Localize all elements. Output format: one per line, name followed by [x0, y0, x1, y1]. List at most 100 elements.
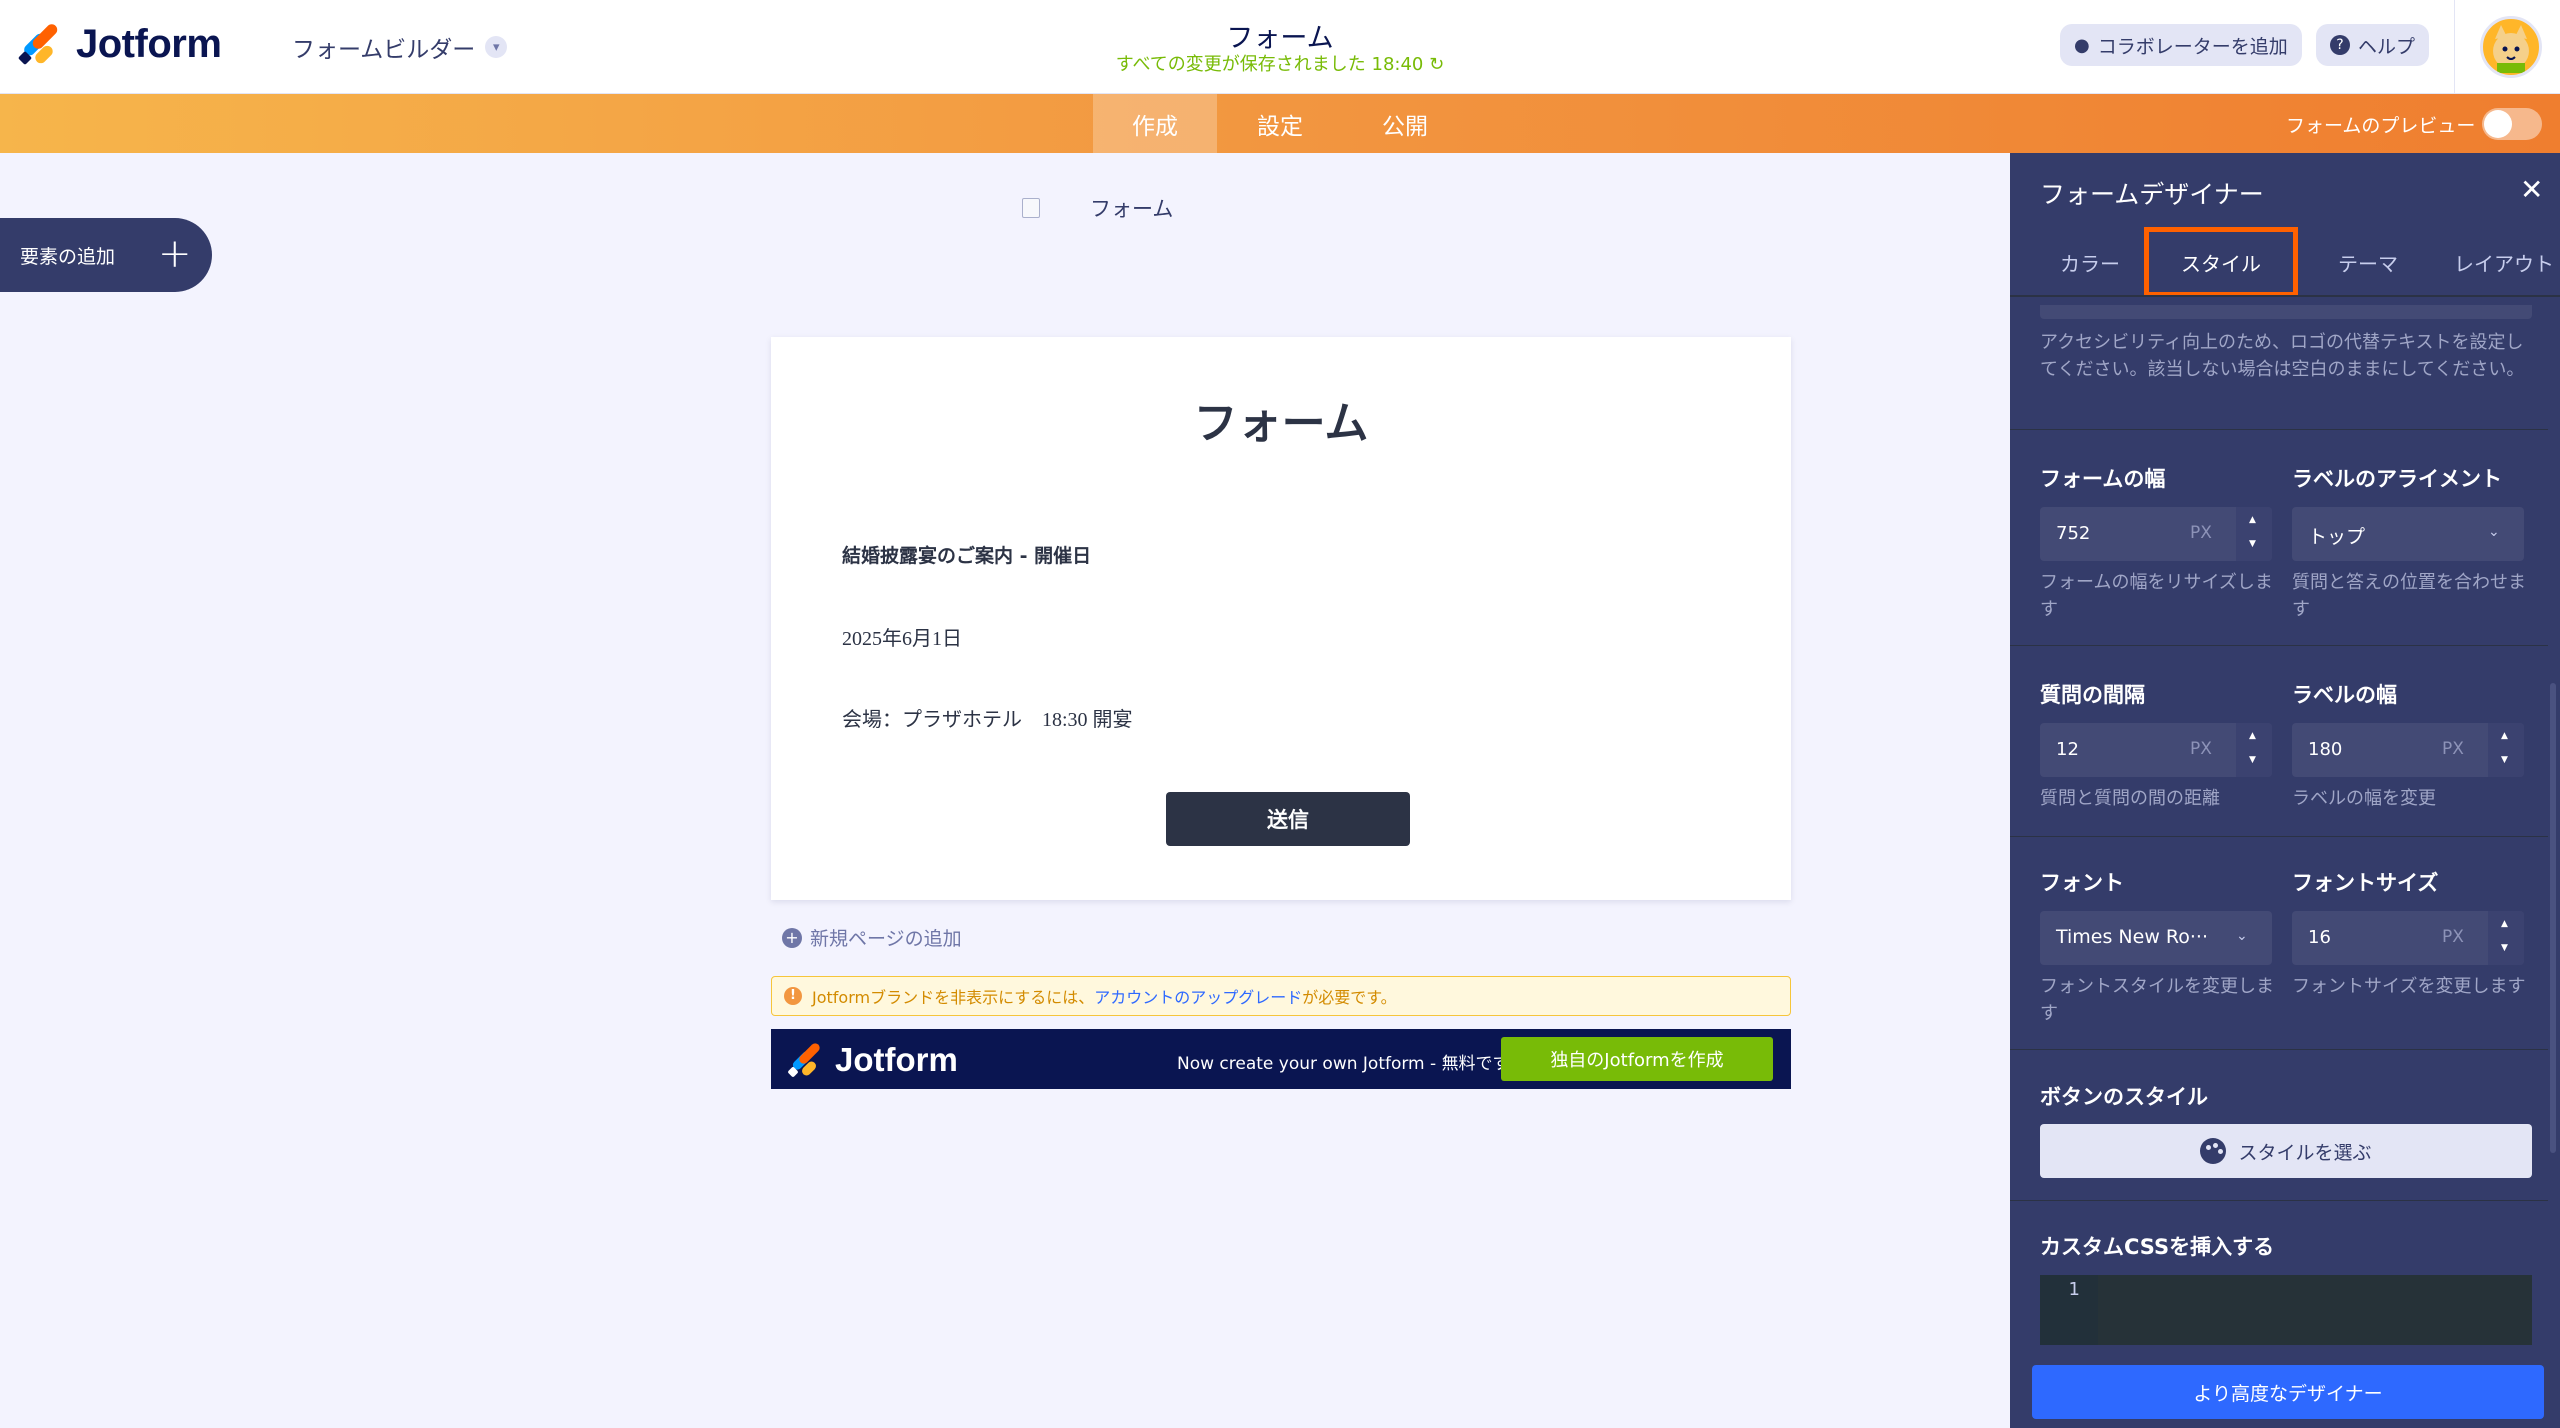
form-logo-alt: フォーム [1090, 197, 1174, 221]
tab-build[interactable]: 作成 [1093, 94, 1217, 153]
stepper-down-icon[interactable]: ▼ [2249, 755, 2256, 765]
panel-scrollbar[interactable] [2550, 683, 2556, 1153]
label-width-label: ラベルの幅 [2292, 683, 2397, 707]
stepper-down-icon[interactable]: ▼ [2249, 539, 2256, 549]
tab-theme[interactable]: テーマ [2298, 227, 2438, 297]
tab-color[interactable]: カラー [2020, 227, 2160, 297]
toggle-knob [2484, 110, 2512, 138]
add-collaborator-label: コラボレーターを追加 [2097, 35, 2288, 58]
add-element-label: 要素の追加 [20, 245, 116, 268]
form-designer-panel: フォームデザイナー ✕ カラー スタイル テーマ レイアウト アクセシビリティ向… [2010, 153, 2560, 1428]
stepper-down-icon[interactable]: ▼ [2501, 755, 2508, 765]
form-heading[interactable]: フォーム [771, 387, 1791, 451]
tab-layout[interactable]: レイアウト [2434, 227, 2560, 297]
form-width-input[interactable]: 752 PX ▲ ▼ [2040, 507, 2272, 561]
question-spacing-input[interactable]: 12 PX ▲ ▼ [2040, 723, 2272, 777]
font-value: Times New Ro··· [2056, 926, 2209, 948]
tab-publish[interactable]: 公開 [1343, 94, 1467, 153]
warning-text-after: が必要です。 [1302, 988, 1397, 1007]
help-button[interactable]: ? ヘルプ [2316, 24, 2430, 66]
alt-text-help: アクセシビリティ向上のため、ロゴの代替テキストを設定してください。該当しない場合… [2040, 332, 2525, 380]
close-icon[interactable]: ✕ [2520, 173, 2543, 206]
form-text-venue[interactable]: 会場：プラザホテル 18:30 開宴 [842, 703, 1133, 732]
section-divider [2010, 1049, 2548, 1050]
save-status-text: すべての変更が保存されました 18:40 [1115, 54, 1424, 75]
stepper-up-icon[interactable]: ▲ [2249, 515, 2256, 525]
user-avatar[interactable] [2480, 16, 2542, 78]
question-spacing-unit: PX [2190, 739, 2212, 759]
stepper-down-icon[interactable]: ▼ [2501, 943, 2508, 953]
chevron-down-icon: ▾ [485, 36, 508, 58]
font-size-help: フォントサイズを変更します [2292, 976, 2526, 997]
line-number: 1 [2040, 1275, 2098, 1345]
section-divider [2010, 836, 2548, 837]
form-width-stepper[interactable]: ▲ ▼ [2236, 507, 2272, 561]
font-select[interactable]: Times New Ro··· ⌄ [2040, 911, 2272, 965]
font-size-unit: PX [2442, 927, 2464, 947]
stepper-up-icon[interactable]: ▲ [2249, 731, 2256, 741]
form-width-value: 752 [2056, 523, 2091, 544]
form-preview-toggle[interactable] [2482, 108, 2542, 140]
form-text-event-title[interactable]: 結婚披露宴のご案内 - 開催日 [842, 541, 1091, 568]
logo-alt-text-input[interactable] [2040, 305, 2532, 319]
label-width-help: ラベルの幅を変更 [2292, 788, 2436, 809]
label-width-input[interactable]: 180 PX ▲ ▼ [2292, 723, 2524, 777]
tab-settings[interactable]: 設定 [1218, 94, 1342, 153]
font-size-label: フォントサイズ [2292, 871, 2439, 895]
label-alignment-value: トップ [2308, 526, 2366, 548]
add-collaborator-button[interactable]: ● コラボレーターを追加 [2060, 24, 2302, 66]
avatar-face-icon [2493, 25, 2529, 73]
section-divider [2010, 429, 2548, 430]
font-help: フォントスタイルを変更します [2040, 976, 2274, 1024]
save-status: すべての変更が保存されました 18:40 ↻ [1030, 50, 1530, 76]
add-new-page-button[interactable]: + 新規ページの追加 [782, 924, 962, 951]
advanced-designer-button[interactable]: より高度なデザイナー [2032, 1365, 2544, 1419]
warning-text-before: Jotformブランドを非表示にするには、 [812, 988, 1095, 1007]
form-card: フォーム 結婚披露宴のご案内 - 開催日 2025年6月1日 会場：プラザホテル… [771, 337, 1791, 900]
submit-button[interactable]: 送信 [1166, 792, 1410, 846]
label-width-stepper[interactable]: ▲ ▼ [2488, 723, 2524, 777]
label-alignment-help: 質問と答えの位置を合わせます [2292, 572, 2526, 620]
question-spacing-stepper[interactable]: ▲ ▼ [2236, 723, 2272, 777]
label-width-unit: PX [2442, 739, 2464, 759]
jotform-branding-banner: Jotform Now create your own Jotform - 無料… [771, 1029, 1791, 1089]
jotform-banner-logo-icon [787, 1041, 823, 1078]
help-label: ヘルプ [2358, 35, 2416, 58]
question-spacing-label: 質問の間隔 [2040, 683, 2145, 707]
label-alignment-label: ラベルのアライメント [2292, 467, 2502, 491]
stepper-up-icon[interactable]: ▲ [2501, 919, 2508, 929]
top-header: Jotform フォームビルダー ▾ フォーム すべての変更が保存されました 1… [0, 0, 2560, 94]
choose-style-button[interactable]: スタイルを選ぶ [2040, 1124, 2532, 1178]
brand-warning-banner: ! Jotformブランドを非表示にするには、アカウントのアップグレードが必要で… [771, 976, 1791, 1016]
tabs-divider [2010, 295, 2560, 297]
banner-cta-text: Now create your own Jotform - 無料です [1177, 1054, 1510, 1074]
form-text-date[interactable]: 2025年6月1日 [842, 622, 962, 651]
broken-image-icon [1022, 198, 1040, 218]
header-divider [2454, 0, 2455, 94]
jotform-logo[interactable]: Jotform [17, 20, 222, 68]
add-element-button[interactable]: 要素の追加 + [0, 218, 212, 292]
stepper-up-icon[interactable]: ▲ [2501, 731, 2508, 741]
palette-icon [2200, 1138, 2227, 1164]
create-own-jotform-button[interactable]: 独自のJotformを作成 [1501, 1037, 1773, 1081]
brand-warning-text: Jotformブランドを非表示にするには、アカウントのアップグレードが必要です。 [812, 984, 1397, 1008]
custom-css-editor[interactable]: 1 [2040, 1275, 2532, 1345]
banner-logo-text: Jotform [835, 1041, 958, 1078]
warning-icon: ! [784, 987, 802, 1005]
tab-style[interactable]: スタイル [2144, 227, 2298, 297]
font-size-stepper[interactable]: ▲ ▼ [2488, 911, 2524, 965]
question-spacing-value: 12 [2056, 739, 2079, 760]
banner-logo[interactable]: Jotform [787, 1041, 958, 1079]
jotform-logo-icon [17, 22, 62, 66]
font-size-input[interactable]: 16 PX ▲ ▼ [2292, 911, 2524, 965]
form-logo[interactable]: フォーム [1022, 194, 1362, 222]
question-spacing-help: 質問と質問の間の距離 [2040, 788, 2220, 809]
plus-icon: + [158, 231, 192, 277]
upgrade-account-link[interactable]: アカウントのアップグレード [1094, 988, 1302, 1007]
label-width-value: 180 [2308, 739, 2343, 760]
builder-label: フォームビルダー [292, 37, 476, 63]
form-builder-dropdown[interactable]: フォームビルダー ▾ [292, 30, 508, 64]
button-style-label: ボタンのスタイル [2040, 1085, 2208, 1109]
label-alignment-select[interactable]: トップ ⌄ [2292, 507, 2524, 561]
custom-css-label: カスタムCSSを挿入する [2040, 1235, 2275, 1259]
